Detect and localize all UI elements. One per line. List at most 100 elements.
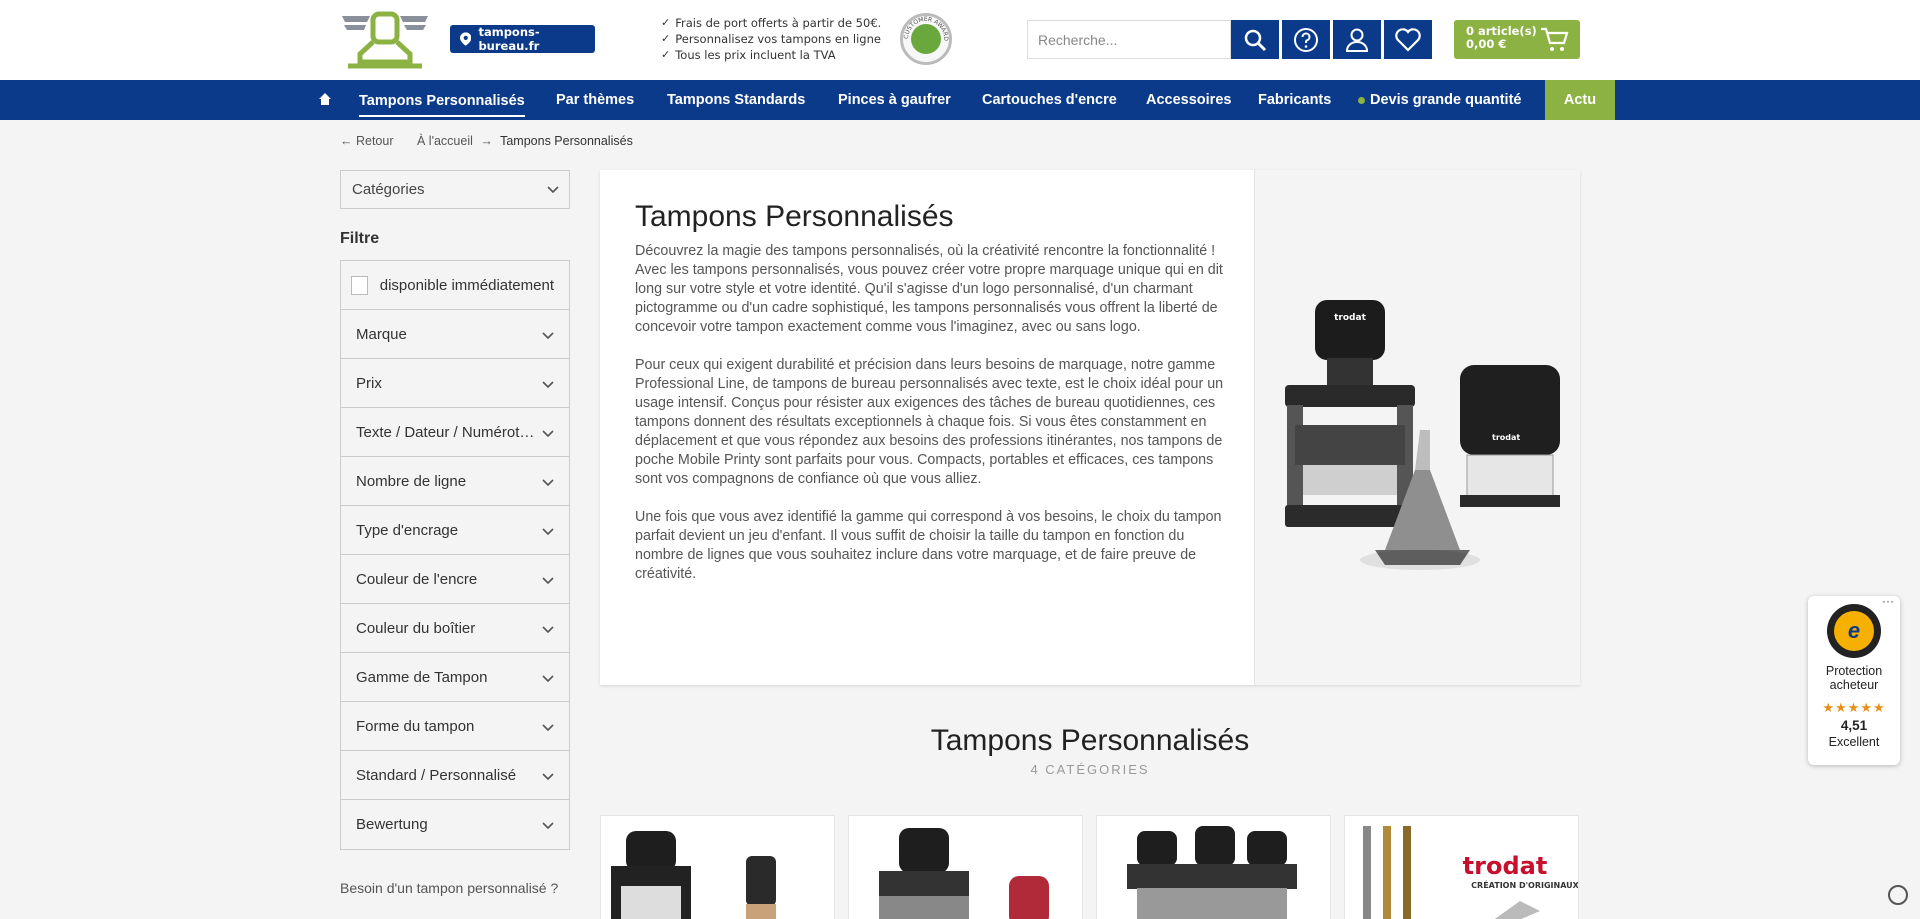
- location-pin-icon: [460, 32, 472, 46]
- intro-paragraph: Une fois que vous avez identifié la gamm…: [635, 509, 1222, 582]
- search-icon: [1244, 29, 1267, 51]
- chevron-down-icon: [542, 376, 554, 393]
- category-select[interactable]: Catégories: [340, 170, 570, 209]
- shop-locator-label: tampons-bureau.fr: [478, 25, 540, 53]
- intro-paragraph: Pour ceux qui exigent durabilité et préc…: [635, 357, 1224, 487]
- filter-bewertung[interactable]: Bewertung: [341, 800, 569, 849]
- customer-award-badge: CUSTOMER AWARD: [900, 13, 952, 65]
- subcategory-card[interactable]: [848, 815, 1083, 919]
- chevron-down-icon: [542, 572, 554, 589]
- filter-texte-dateur[interactable]: Texte / Dateur / Numéroteur: [341, 408, 569, 457]
- filter-label: Forme du tampon: [356, 717, 475, 735]
- filter-label: Gamme de Tampon: [356, 668, 488, 686]
- filter-forme[interactable]: Forme du tampon: [341, 702, 569, 751]
- filter-label: Couleur du boîtier: [356, 619, 476, 637]
- section-subtitle: 4 CATÉGORIES: [1030, 762, 1150, 777]
- back-link[interactable]: ← Retour: [340, 134, 394, 148]
- intro-paragraph: Découvrez la magie des tampons personnal…: [635, 243, 1223, 335]
- usp-item: ✓ Frais de port offerts à partir de 50€.: [661, 16, 882, 30]
- chevron-down-icon: [542, 621, 554, 638]
- category-intro: Tampons Personnalisés Découvrez la magie…: [600, 170, 1580, 685]
- check-icon: ✓: [661, 48, 671, 61]
- account-button[interactable]: [1333, 20, 1381, 59]
- card-tagline: CRÉATION D'ORIGINAUX: [1471, 879, 1579, 890]
- chevron-down-icon: [542, 817, 554, 834]
- subcategory-section: Tampons Personnalisés 4 CATÉGORIES: [600, 724, 1580, 777]
- trusted-shops-badge[interactable]: ··· e Protection acheteur ★★★★★ 4,51 Exc…: [1808, 594, 1900, 765]
- filter-couleur-boitier[interactable]: Couleur du boîtier: [341, 604, 569, 653]
- chevron-down-icon: [542, 425, 554, 442]
- status-dot: [1358, 96, 1365, 104]
- account-icon: [1345, 28, 1369, 52]
- filter-label: Texte / Dateur / Numéroteur: [356, 423, 536, 441]
- home-icon[interactable]: [319, 93, 331, 109]
- breadcrumb: ← Retour À l'accueil → Tampons Personnal…: [340, 134, 653, 148]
- stamp-brand-label: trodat: [1492, 433, 1520, 442]
- subcategory-cards: trodat CRÉATION D'ORIGINAUX: [600, 815, 1580, 919]
- filter-prix[interactable]: Prix: [341, 359, 569, 408]
- buyer-protection-label: Protection acheteur: [1825, 664, 1883, 692]
- filter-standard-personnalise[interactable]: Standard / Personnalisé: [341, 751, 569, 800]
- nav-item-cartouches-encre[interactable]: Cartouches d'encre: [982, 80, 1117, 120]
- filter-label: Prix: [356, 374, 382, 392]
- nav-item-devis-label: Devis grande quantité: [1370, 92, 1522, 108]
- breadcrumb-home-link[interactable]: À l'accueil: [417, 134, 473, 148]
- nav-item-devis[interactable]: Devis grande quantité: [1358, 80, 1521, 120]
- help-link[interactable]: Besoin d'un tampon personnalisé ?: [340, 880, 558, 896]
- nav-item-pinces-a-gaufrer[interactable]: Pinces à gaufrer: [838, 80, 951, 120]
- filter-label: Bewertung: [356, 816, 428, 833]
- help-button[interactable]: [1282, 20, 1330, 59]
- available-now-label: disponible immédiatement: [379, 276, 554, 294]
- nav-item-par-themes[interactable]: Par thèmes: [556, 80, 634, 120]
- rating-stars: ★★★★★: [1822, 700, 1886, 715]
- nav-item-tampons-personnalises[interactable]: Tampons Personnalisés: [359, 83, 525, 117]
- available-now-checkbox[interactable]: [351, 275, 368, 295]
- filter-marque[interactable]: Marque: [341, 310, 569, 359]
- nav-item-accessoires[interactable]: Accessoires: [1146, 80, 1231, 120]
- wishlist-button[interactable]: [1384, 20, 1432, 59]
- logo[interactable]: [340, 10, 430, 70]
- subcategory-card[interactable]: [1096, 815, 1331, 919]
- rating-text: Excellent: [1828, 735, 1880, 749]
- filter-type-encrage[interactable]: Type d'encrage: [341, 506, 569, 555]
- breadcrumb-current: Tampons Personnalisés: [500, 134, 633, 148]
- shop-locator-button[interactable]: tampons-bureau.fr: [450, 25, 595, 53]
- filter-available-now[interactable]: disponible immédiatement: [341, 261, 569, 310]
- chevron-down-icon: [542, 768, 554, 785]
- section-title: Tampons Personnalisés: [930, 724, 1250, 757]
- check-icon: ✓: [661, 32, 671, 45]
- wishlist-icon: [1395, 27, 1421, 52]
- rating-score: 4,51: [1840, 718, 1868, 733]
- usp-item: ✓ Personnalisez vos tampons en ligne: [661, 32, 881, 46]
- search-button[interactable]: [1231, 20, 1279, 59]
- chevron-down-icon: [542, 670, 554, 687]
- filter-list: disponible immédiatement Marque Prix Tex…: [340, 260, 570, 850]
- help-icon: [1294, 27, 1318, 52]
- usp-list: ✓ Frais de port offerts à partir de 50€. …: [661, 15, 881, 63]
- award-text: CUSTOMER AWARD: [903, 16, 949, 41]
- filter-gamme[interactable]: Gamme de Tampon: [341, 653, 569, 702]
- filter-title: Filtre: [340, 230, 380, 247]
- category-select-label: Catégories: [352, 181, 425, 198]
- usp-item: ✓ Tous les prix incluent la TVA: [661, 48, 836, 62]
- nav-item-actu[interactable]: Actu: [1545, 80, 1615, 120]
- more-icon[interactable]: ···: [1882, 594, 1894, 608]
- check-icon: ✓: [661, 16, 671, 29]
- nav-item-tampons-standards[interactable]: Tampons Standards: [667, 80, 805, 120]
- header: tampons-bureau.fr ✓ Frais de port offerts…: [0, 0, 1920, 80]
- chevron-down-icon: [542, 327, 554, 344]
- nav-item-fabricants[interactable]: Fabricants: [1258, 80, 1331, 120]
- subcategory-card[interactable]: trodat CRÉATION D'ORIGINAUX: [1344, 815, 1579, 919]
- breadcrumb-arrow: →: [480, 134, 493, 148]
- intro-text: Tampons Personnalisés Découvrez la magie…: [635, 200, 1225, 603]
- filter-couleur-encre[interactable]: Couleur de l'encre: [341, 555, 569, 604]
- subcategory-card[interactable]: [600, 815, 835, 919]
- filter-label: Type d'encrage: [356, 521, 459, 539]
- main-nav: Tampons Personnalisés Par thèmes Tampons…: [0, 80, 1920, 120]
- filter-nombre-ligne[interactable]: Nombre de ligne: [341, 457, 569, 506]
- search-input[interactable]: [1027, 20, 1231, 59]
- chevron-down-icon: [547, 171, 559, 208]
- stamps-image: trodat trodat: [1254, 170, 1580, 685]
- cart-button[interactable]: 0 article(s) 0,00 €: [1454, 20, 1580, 59]
- fingerprint-icon[interactable]: [1888, 885, 1908, 905]
